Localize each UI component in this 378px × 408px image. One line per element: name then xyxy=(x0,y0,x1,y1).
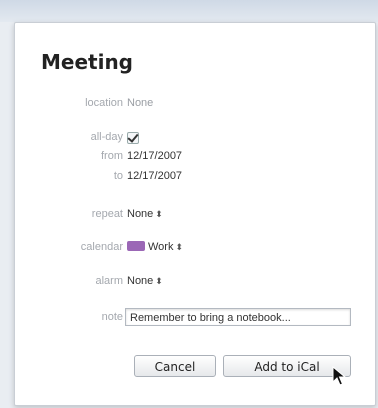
from-label: from xyxy=(101,150,123,162)
up-down-arrows-icon: ⬍ xyxy=(155,276,163,286)
alarm-value: None xyxy=(127,275,154,287)
up-down-arrows-icon: ⬍ xyxy=(155,209,163,219)
calendar-value: Work xyxy=(148,241,174,253)
alarm-popup[interactable]: None ⬍ xyxy=(127,275,163,287)
repeat-value: None xyxy=(127,208,154,220)
to-row: to 12/17/2007 xyxy=(15,170,375,188)
note-row: note Remember to bring a notebook... xyxy=(15,308,375,329)
repeat-label: repeat xyxy=(91,208,123,220)
up-down-arrows-icon: ⬍ xyxy=(175,242,184,252)
mouse-pointer-icon xyxy=(332,366,346,386)
alarm-row: alarm None ⬍ xyxy=(15,275,375,293)
checkmark-icon xyxy=(127,132,139,144)
calendar-popup[interactable]: Work ⬍ xyxy=(127,241,183,253)
repeat-popup[interactable]: None ⬍ xyxy=(127,208,163,220)
all-day-row: all-day xyxy=(15,131,375,149)
location-row: location None xyxy=(15,97,375,115)
calendar-color-swatch xyxy=(127,241,145,251)
alarm-label: alarm xyxy=(95,275,123,287)
all-day-checkbox[interactable] xyxy=(127,131,139,146)
to-label: to xyxy=(113,170,123,182)
calendar-label: calendar xyxy=(80,241,123,253)
note-label: note xyxy=(101,311,123,323)
from-row: from 12/17/2007 xyxy=(15,150,375,168)
location-label: location xyxy=(85,97,123,109)
from-date[interactable]: 12/17/2007 xyxy=(127,150,182,162)
event-dialog: Meeting location None all-day from 12/17… xyxy=(14,22,376,406)
calendar-row: calendar Work ⬍ xyxy=(15,241,375,259)
location-value[interactable]: None xyxy=(127,97,153,109)
dialog-title: Meeting xyxy=(41,50,134,74)
to-date[interactable]: 12/17/2007 xyxy=(127,170,182,182)
repeat-row: repeat None ⬍ xyxy=(15,208,375,226)
cancel-button[interactable]: Cancel xyxy=(134,355,216,377)
all-day-label: all-day xyxy=(90,131,123,143)
window-top-bar xyxy=(0,0,378,22)
note-field[interactable]: Remember to bring a notebook... xyxy=(125,308,351,326)
